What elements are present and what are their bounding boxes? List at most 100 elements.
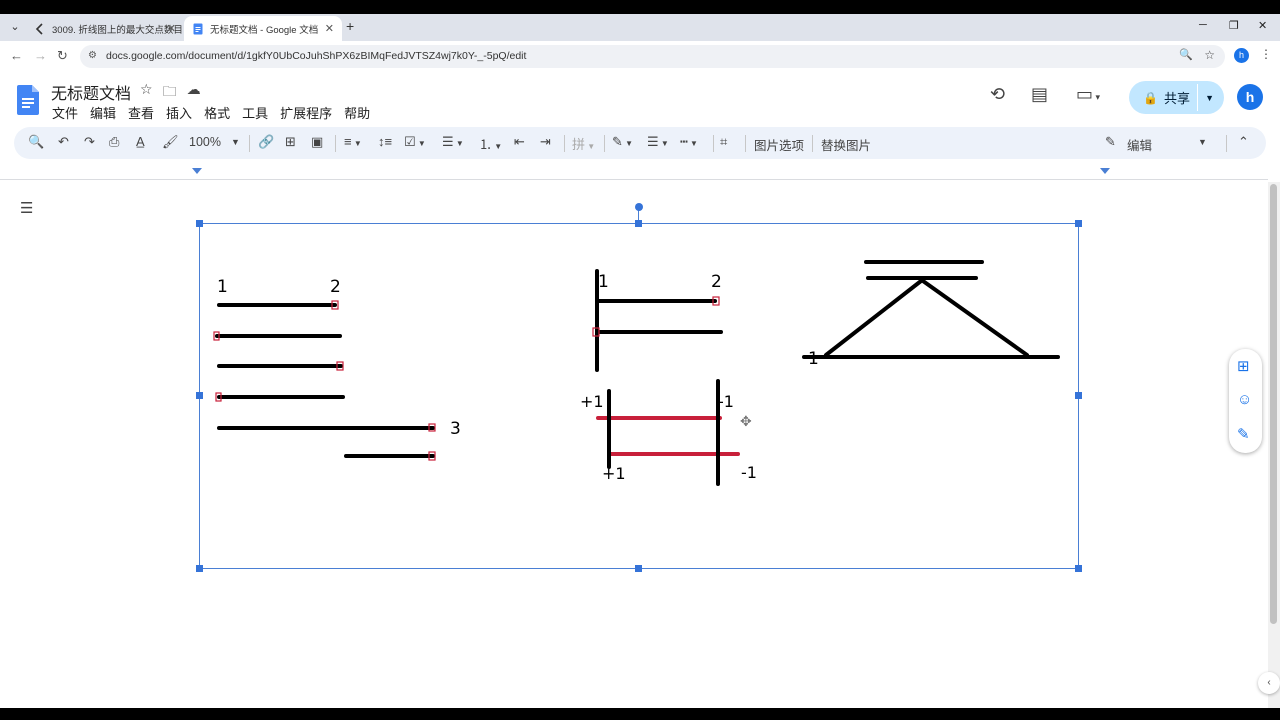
floating-actions: ⊞ ☺ ✎ (1229, 349, 1262, 453)
line-spacing-icon[interactable]: ↕≡ (378, 134, 392, 149)
scrollbar-thumb[interactable] (1270, 184, 1277, 624)
align-icon[interactable]: ≡ ▼ (344, 134, 362, 149)
new-tab-icon[interactable]: + (346, 18, 354, 34)
checklist-icon[interactable]: ☑ ▼ (404, 134, 426, 150)
profile-avatar[interactable]: h (1234, 48, 1249, 63)
tab-search-icon[interactable]: ⌄ (6, 18, 24, 36)
resize-handle[interactable] (635, 220, 642, 227)
menu-help[interactable]: 帮助 (344, 103, 370, 122)
version-history-icon[interactable]: ⟲ (990, 84, 1005, 105)
site-info-icon[interactable]: ⚙ (88, 50, 97, 61)
move-folder-icon[interactable]: 🗀 (163, 81, 177, 105)
increase-indent-icon[interactable]: ⇥ (540, 134, 551, 150)
left-label-1: 1 (217, 277, 228, 297)
resize-handle[interactable] (1075, 392, 1082, 399)
chevron-down-icon[interactable]: ▼ (231, 137, 240, 147)
left-indent-marker[interactable] (192, 168, 202, 174)
menu-extensions[interactable]: 扩展程序 (280, 103, 332, 122)
menu-insert[interactable]: 插入 (166, 103, 192, 122)
menu-view[interactable]: 查看 (128, 103, 154, 122)
border-weight-icon[interactable]: ☰ ▼ (647, 134, 669, 150)
pinyin-label: 拼 (572, 137, 586, 152)
search-menus-icon[interactable]: 🔍 (28, 134, 44, 150)
menu-file[interactable]: 文件 (52, 103, 78, 122)
rotation-handle[interactable] (635, 203, 643, 211)
right-drawing (802, 260, 1060, 359)
vertical-scrollbar[interactable] (1268, 182, 1280, 708)
add-comment-icon[interactable]: ⊞ (285, 134, 296, 150)
suggest-edits-icon[interactable]: ✎ (1237, 425, 1250, 443)
document-outline-icon[interactable]: ☰ (20, 199, 33, 217)
zoom-select[interactable]: 100% (189, 135, 221, 149)
edit-mode-icon[interactable]: ✎ (1105, 134, 1116, 150)
url-text[interactable]: docs.google.com/document/d/1gkfY0UbCoJuh… (106, 50, 526, 62)
tab-google-docs[interactable]: 无标题文档 - Google 文档 ✕ (184, 16, 342, 41)
menu-format[interactable]: 格式 (204, 103, 230, 122)
decrease-indent-icon[interactable]: ⇤ (514, 134, 525, 150)
spellcheck-icon[interactable]: A̲ (136, 134, 145, 149)
resize-handle[interactable] (196, 392, 203, 399)
close-window-icon[interactable]: ✕ (1258, 19, 1267, 32)
crop-icon[interactable]: ⌗ (720, 134, 727, 150)
restore-icon[interactable]: ❐ (1229, 19, 1239, 32)
print-icon[interactable]: ⎙ (109, 134, 119, 150)
share-label: 共享 (1163, 91, 1190, 106)
add-comment-icon[interactable]: ⊞ (1237, 357, 1250, 375)
forward-icon[interactable]: → (34, 48, 47, 63)
show-side-panel-icon[interactable]: ‹ (1258, 672, 1280, 694)
close-icon[interactable]: ✕ (325, 22, 334, 35)
right-indent-marker[interactable] (1100, 168, 1110, 174)
resize-handle[interactable] (1075, 220, 1082, 227)
drawing-canvas: 1 2 3 1 2 +1 -1 +1 -1 ✥ 1 (213, 260, 1060, 486)
minimize-icon[interactable]: ─ (1199, 19, 1207, 31)
zoom-icon[interactable]: 🔍 (1179, 48, 1193, 61)
toolbar-divider (604, 135, 605, 152)
emoji-reaction-icon[interactable]: ☺ (1237, 391, 1252, 408)
tab-leetcode[interactable]: 3009. 折线图上的最大交点数目 ✕ (26, 16, 184, 41)
collapse-toolbar-icon[interactable]: ⌃ (1238, 134, 1249, 150)
edit-mode-select[interactable]: 编辑 (1127, 135, 1152, 154)
comments-icon[interactable]: ▤ (1031, 84, 1048, 105)
left-label-2: 2 (330, 277, 341, 297)
meet-icon[interactable]: ▭ ▾ (1076, 84, 1100, 105)
numbered-list-icon[interactable]: ⒈ ▼ (479, 134, 502, 153)
resize-handle[interactable] (196, 220, 203, 227)
resize-handle[interactable] (635, 565, 642, 572)
image-options-button[interactable]: 图片选项 (754, 135, 804, 154)
menu-tools[interactable]: 工具 (242, 103, 268, 122)
border-dash-icon[interactable]: ┅ ▼ (680, 134, 698, 150)
back-icon[interactable]: ← (10, 48, 23, 63)
middle-top-drawing (595, 269, 723, 372)
close-icon[interactable]: ✕ (167, 22, 176, 35)
border-color-icon[interactable]: ✎ ▼ (612, 134, 633, 150)
chevron-down-icon[interactable]: ▼ (1205, 93, 1214, 103)
chevron-down-icon[interactable]: ▼ (1198, 137, 1207, 147)
bulleted-list-icon[interactable]: ☰ ▼ (442, 134, 464, 150)
lock-icon: 🔒 (1143, 90, 1158, 105)
toolbar-divider (564, 135, 565, 152)
insert-image-icon[interactable]: ▣ (311, 134, 323, 150)
resize-handle[interactable] (1075, 565, 1082, 572)
cloud-status-icon[interactable]: ☁ (187, 81, 201, 105)
diagonal (921, 279, 1029, 357)
paint-format-icon[interactable]: 🖌 (162, 134, 179, 150)
share-button[interactable]: 🔒 共享 ▼ (1129, 81, 1224, 114)
browser-menu-icon[interactable]: ⋮ (1260, 47, 1272, 61)
docs-logo-icon[interactable] (17, 85, 39, 115)
pinyin-button[interactable]: 拼 ▼ (572, 134, 595, 153)
replace-image-button[interactable]: 替换图片 (821, 135, 871, 154)
account-avatar[interactable]: h (1237, 84, 1263, 110)
undo-icon[interactable]: ↶ (58, 134, 69, 150)
toolbar-divider (1226, 135, 1227, 152)
menu-edit[interactable]: 编辑 (90, 103, 116, 122)
selected-image[interactable]: 1 2 3 1 2 +1 -1 +1 -1 ✥ 1 (199, 223, 1079, 569)
tab-label: 3009. 折线图上的最大交点数目 (52, 24, 183, 36)
reload-icon[interactable]: ↻ (57, 48, 68, 64)
redo-icon[interactable]: ↷ (84, 134, 95, 150)
bookmark-star-icon[interactable]: ☆ (1204, 48, 1215, 62)
star-icon[interactable]: ☆ (140, 81, 153, 105)
document-title[interactable]: 无标题文档 (51, 80, 131, 104)
omnibox[interactable]: ⚙ docs.google.com/document/d/1gkfY0UbCoJ… (80, 45, 1225, 68)
resize-handle[interactable] (196, 565, 203, 572)
link-icon[interactable]: 🔗 (258, 134, 274, 150)
